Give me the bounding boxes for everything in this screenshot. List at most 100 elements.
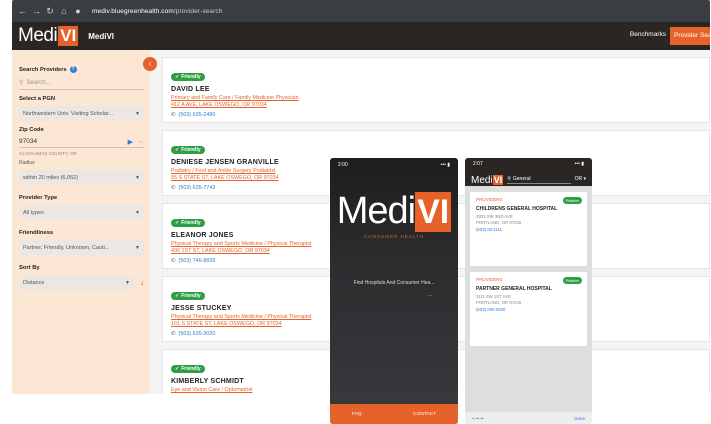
home-icon[interactable]: ⌂	[60, 6, 68, 16]
result-phone[interactable]: (503) 00-1111	[476, 227, 581, 232]
radius-select[interactable]: within 20 miles (6,052) ▼	[19, 170, 144, 185]
phone-nav-icons[interactable]: < •• ••	[472, 416, 483, 421]
url-host: mediv.bluegreenhealth.com	[92, 7, 174, 15]
logo-main: Medi	[18, 25, 58, 46]
address-bar[interactable]: mediv.bluegreenhealth.com/provider-searc…	[92, 8, 222, 15]
friendly-badge: ✓ Friendly	[171, 365, 205, 373]
sort-row: Distance ▼ ↓	[19, 271, 144, 290]
phone-icon: ✆	[171, 331, 176, 337]
provider-phone[interactable]: ✆ (503) 635-2490	[171, 112, 701, 118]
phone-header: 2:07 ••• ▮ MediVI ⚲ General OR ▾	[465, 158, 592, 186]
zip-input[interactable]: 97034 ▶ →	[19, 136, 144, 148]
partner-badge: Partner	[562, 277, 582, 284]
phone-result-card[interactable]: PROVIDERS Partner PARTNER GENERAL HOSPITAL…	[470, 272, 587, 346]
signal-icon: ••• ▮	[440, 162, 450, 168]
phone-time: 2:00	[338, 162, 348, 168]
friendly-badge-label: Friendly	[181, 293, 201, 299]
partner-badge: Partner	[562, 197, 582, 204]
check-icon: ✓	[175, 220, 180, 226]
friendly-badge: ✓ Friendly	[171, 146, 205, 154]
chevron-down-icon: ▼	[135, 244, 140, 251]
friendliness-label: Friendliness	[19, 230, 54, 236]
check-icon: ✓	[175, 74, 180, 80]
phone-icon: ✆	[171, 185, 176, 191]
result-address-line2: PORTLAND, OR 97240	[476, 219, 522, 225]
friendly-badge: ✓ Friendly	[171, 292, 205, 300]
signal-icon: ••• ▮	[574, 161, 584, 167]
screenshot-stage: ← → ↻ ⌂ ● mediv.bluegreenhealth.com/prov…	[0, 0, 711, 424]
back-icon[interactable]: ←	[18, 6, 27, 16]
collapse-sidebar-button[interactable]: ‹	[143, 57, 157, 71]
splash-logo-accent: VI	[415, 192, 452, 232]
friendly-badge-label: Friendly	[181, 366, 201, 372]
sort-value: Distance	[23, 279, 45, 286]
friendliness-select[interactable]: Partner, Friendly, Unknown, Cauti... ▼	[19, 240, 144, 255]
app-name: MediVI	[88, 31, 115, 41]
provider-search-button[interactable]: Provider Sea...	[670, 27, 710, 45]
splash-tagline: CONSUMER HEALTH	[364, 234, 424, 239]
search-providers-label: Search Providers?	[19, 66, 77, 73]
sort-select[interactable]: Distance ▼	[19, 275, 134, 290]
provider-card[interactable]: ✓ Friendly DAVID LEE Primary and Family Car…	[162, 57, 710, 123]
zip-value: 97034	[19, 138, 38, 145]
arrow-right-icon[interactable]: →	[137, 138, 144, 146]
result-phone[interactable]: (503) 000-0000	[476, 307, 581, 312]
faq-link[interactable]: FAQ	[352, 412, 362, 417]
provider-name[interactable]: DAVID LEE	[171, 86, 701, 93]
radius-value: within 20 miles (6,052)	[23, 174, 79, 181]
phone-result-list: PROVIDERS Partner CHILDRENS GENERAL HOSPIT…	[465, 192, 592, 346]
phone-state-select[interactable]: OR ▾	[575, 176, 586, 182]
url-path: /provider-search	[173, 7, 223, 15]
search-icon: ⚲	[19, 80, 24, 86]
check-icon: ✓	[175, 366, 180, 372]
friendly-badge-label: Friendly	[181, 74, 201, 80]
provider-phone-number[interactable]: (503) 746-8826	[179, 258, 216, 264]
forward-icon[interactable]: →	[32, 6, 41, 16]
type-select[interactable]: All types ▼	[19, 205, 144, 220]
loading-dots: ...	[428, 292, 433, 298]
reload-icon[interactable]: ↻	[46, 6, 54, 17]
provider-phone-number[interactable]: (503) 635-2490	[179, 112, 216, 118]
phone-logo[interactable]: MediVI	[471, 170, 504, 188]
search-placeholder: Search...	[26, 79, 51, 86]
result-name[interactable]: CHILDRENS GENERAL HOSPITAL	[476, 206, 581, 212]
chevron-down-icon: ▼	[135, 110, 140, 117]
provider-address[interactable]: 412 A AVE, LAKE OSWEGO, OR 97034	[171, 102, 701, 108]
browser-toolbar: ← → ↻ ⌂ ● mediv.bluegreenhealth.com/prov…	[12, 0, 710, 22]
phone-logo-main: Medi	[471, 175, 493, 186]
radius-label: Radius	[19, 160, 35, 166]
filter-sidebar: Search Providers? ⚲ Search... Select a PG…	[12, 50, 150, 394]
phone-bottom-bar: < •• •• Done	[465, 412, 592, 424]
benchmarks-link[interactable]: Benchmarks	[630, 31, 666, 38]
lock-icon: ●	[75, 6, 81, 16]
contact-link[interactable]: CONTACT	[413, 412, 436, 417]
type-label: Provider Type	[19, 195, 58, 201]
provider-phone-number[interactable]: (503) 635-7743	[179, 185, 216, 191]
play-icon[interactable]: ▶	[128, 138, 133, 146]
phone-search-value: General	[512, 175, 531, 182]
check-icon: ✓	[175, 147, 180, 153]
result-address-line2: PORTLAND, OR 97240	[476, 299, 522, 305]
plan-select[interactable]: Northwestern Univ. Visiting Scholar... ▼	[19, 106, 144, 121]
help-icon[interactable]: ?	[69, 66, 77, 73]
chevron-down-icon: ▼	[135, 174, 140, 181]
chevron-down-icon: ▼	[135, 209, 140, 216]
phone-time: 2:07	[473, 161, 483, 167]
provider-specialty[interactable]: Primary and Family Care / Family Medicin…	[171, 95, 701, 101]
phone-result-card[interactable]: PROVIDERS Partner CHILDRENS GENERAL HOSPIT…	[470, 192, 587, 266]
result-name[interactable]: PARTNER GENERAL HOSPITAL	[476, 286, 581, 292]
done-button[interactable]: Done	[574, 416, 585, 421]
medivi-logo[interactable]: Medi VI	[18, 25, 79, 47]
county-text: CLACKAMAS COUNTY, OR	[19, 151, 77, 156]
provider-phone-number[interactable]: (503) 635-3020	[179, 331, 216, 337]
logo-accent: VI	[58, 26, 79, 46]
search-icon: ⚲	[507, 175, 511, 182]
splash-footer: FAQ CONTACT	[330, 404, 458, 424]
phone-status-bar: 2:07 ••• ▮	[465, 158, 592, 170]
result-address: 1111 SW 1ST AVE PORTLAND, OR 97240	[476, 294, 581, 305]
splash-find-text[interactable]: Find Hospitals And Consumer Hea...	[330, 280, 458, 286]
sort-direction-icon[interactable]: ↓	[140, 278, 144, 287]
search-input[interactable]: ⚲ Search...	[19, 76, 144, 90]
phone-search-input[interactable]: ⚲ General	[507, 175, 571, 184]
check-icon: ✓	[175, 293, 180, 299]
